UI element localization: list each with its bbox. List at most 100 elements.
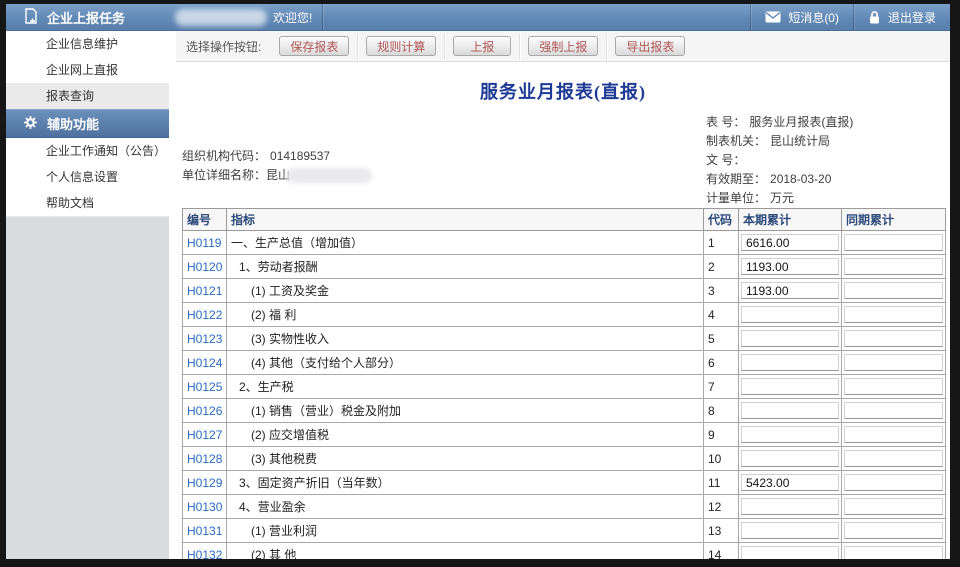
- sidebar-section-aux-functions[interactable]: 辅助功能: [6, 109, 169, 138]
- current-period-input[interactable]: [741, 546, 839, 559]
- report-title: 服务业月报表(直报): [176, 78, 950, 104]
- current-period-input[interactable]: [741, 330, 839, 347]
- table-row: H0128 (3) 其他税费 10: [183, 447, 946, 471]
- meta-value: 昆山统计局: [770, 134, 830, 148]
- table-row: H0123 (3) 实物性收入 5: [183, 327, 946, 351]
- sidebar-section-enterprise-tasks[interactable]: 企业上报任务: [6, 4, 169, 30]
- sidebar-item[interactable]: 个人信息设置: [6, 164, 169, 190]
- meta-value: 服务业月报表(直报): [749, 115, 853, 129]
- indicator-label: (3) 其他税费: [251, 452, 317, 466]
- row-code-link[interactable]: H0122: [187, 308, 222, 322]
- toolbar-label: 选择操作按钮:: [186, 38, 261, 55]
- same-period-input[interactable]: [844, 426, 943, 443]
- envelope-icon: [765, 11, 781, 23]
- org-code-value: 014189537: [270, 147, 330, 166]
- table-row: H0124 (4) 其他（支付给个人部分） 6: [183, 351, 946, 375]
- row-code-link[interactable]: H0129: [187, 476, 222, 490]
- sidebar-item[interactable]: 企业网上直报: [6, 57, 169, 83]
- welcome-area: 欢迎您!: [169, 4, 323, 30]
- row-code-link[interactable]: H0127: [187, 428, 222, 442]
- toolbar-button[interactable]: 保存报表: [279, 36, 349, 56]
- toolbar-button[interactable]: 上报: [453, 36, 511, 56]
- current-period-input[interactable]: [741, 258, 839, 275]
- table-row: H0129 3、固定资产折旧（当年数） 11: [183, 471, 946, 495]
- indicator-label: 1、劳动者报酬: [239, 260, 318, 274]
- same-period-input[interactable]: [844, 354, 943, 371]
- row-code-link[interactable]: H0123: [187, 332, 222, 346]
- sidebar-filler: [6, 216, 169, 559]
- toolbar-button[interactable]: 强制上报: [528, 36, 598, 56]
- row-code-link[interactable]: H0119: [187, 236, 221, 250]
- same-period-input[interactable]: [844, 474, 943, 491]
- row-code-link[interactable]: H0132: [187, 548, 222, 560]
- same-period-input[interactable]: [844, 258, 943, 275]
- messages-button[interactable]: 短消息(0): [750, 4, 853, 30]
- current-period-input[interactable]: [741, 378, 839, 395]
- table-row: H0132 (2) 其 他 14: [183, 543, 946, 560]
- indicator-label: (2) 其 他: [251, 548, 296, 559]
- table-header-row: 编号 指标 代码 本期累计 同期累计: [183, 209, 946, 231]
- meta-label: 有效期至：: [706, 172, 766, 186]
- table-row: H0131 (1) 营业利润 13: [183, 519, 946, 543]
- sidebar-item[interactable]: 企业信息维护: [6, 31, 169, 57]
- row-code-link[interactable]: H0128: [187, 452, 222, 466]
- org-code-label: 组织机构代码：: [182, 147, 266, 166]
- logout-label: 退出登录: [888, 9, 936, 26]
- current-period-input[interactable]: [741, 450, 839, 467]
- toolbar-button[interactable]: 导出报表: [615, 36, 685, 56]
- row-code-link[interactable]: H0125: [187, 380, 222, 394]
- row-code-link[interactable]: H0121: [187, 284, 222, 298]
- sidebar-item[interactable]: 企业工作通知（公告）: [6, 138, 169, 164]
- app-window: 企业上报任务 欢迎您! 短消息(0) 退出登录 企业信息维护企业网上直报报: [6, 4, 950, 559]
- report-info-left: 组织机构代码： 014189537 单位详细名称： 昆山: [182, 147, 372, 185]
- same-period-input[interactable]: [844, 330, 943, 347]
- same-period-input[interactable]: [844, 498, 943, 515]
- logout-button[interactable]: 退出登录: [853, 4, 950, 30]
- same-period-input[interactable]: [844, 450, 943, 467]
- same-period-input[interactable]: [844, 522, 943, 539]
- document-plus-icon: [23, 8, 38, 27]
- current-period-input[interactable]: [741, 234, 839, 251]
- top-header-bar: 企业上报任务 欢迎您! 短消息(0) 退出登录: [6, 4, 950, 31]
- current-period-input[interactable]: [741, 306, 839, 323]
- toolbar-divider: [606, 33, 607, 59]
- current-period-input[interactable]: [741, 474, 839, 491]
- toolbar-button[interactable]: 规则计算: [366, 36, 436, 56]
- indicator-label: (1) 销售（营业）税金及附加: [251, 404, 401, 418]
- meta-label: 计量单位：: [706, 191, 766, 205]
- indicator-label: (1) 营业利润: [251, 524, 317, 538]
- current-period-input[interactable]: [741, 498, 839, 515]
- same-period-input[interactable]: [844, 402, 943, 419]
- toolbar-divider: [357, 33, 358, 59]
- indicator-label: 3、固定资产折旧（当年数）: [239, 476, 390, 490]
- report-meta-line: 计量单位：万元: [706, 189, 853, 208]
- col-header-previous: 同期累计: [842, 209, 946, 231]
- same-period-input[interactable]: [844, 282, 943, 299]
- same-period-input[interactable]: [844, 234, 943, 251]
- meta-label: 制表机关：: [706, 134, 766, 148]
- topbar-actions: 短消息(0) 退出登录: [750, 4, 950, 30]
- current-period-input[interactable]: [741, 354, 839, 371]
- current-period-input[interactable]: [741, 426, 839, 443]
- row-code-link[interactable]: H0124: [187, 356, 222, 370]
- row-code-link[interactable]: H0120: [187, 260, 222, 274]
- row-code-number: 14: [704, 543, 739, 560]
- sidebar-item[interactable]: 帮助文档: [6, 190, 169, 216]
- indicator-label: 2、生产税: [239, 380, 294, 394]
- messages-label: 短消息(0): [788, 9, 839, 26]
- row-code-link[interactable]: H0131: [187, 524, 222, 538]
- current-period-input[interactable]: [741, 402, 839, 419]
- report-meta-line: 制表机关： 昆山统计局: [706, 132, 853, 151]
- row-code-link[interactable]: H0130: [187, 500, 222, 514]
- current-period-input[interactable]: [741, 522, 839, 539]
- same-period-input[interactable]: [844, 306, 943, 323]
- sidebar-item[interactable]: 报表查询: [6, 83, 169, 109]
- toolbar-divider: [444, 33, 445, 59]
- same-period-input[interactable]: [844, 546, 943, 559]
- unit-name-label: 单位详细名称：: [182, 166, 266, 185]
- indicator-label: (2) 福 利: [251, 308, 296, 322]
- report-info-right: 表 号：服务业月报表(直报)制表机关：昆山统计局文 号：有效期至：2018-03…: [706, 113, 853, 208]
- current-period-input[interactable]: [741, 282, 839, 299]
- same-period-input[interactable]: [844, 378, 943, 395]
- row-code-link[interactable]: H0126: [187, 404, 222, 418]
